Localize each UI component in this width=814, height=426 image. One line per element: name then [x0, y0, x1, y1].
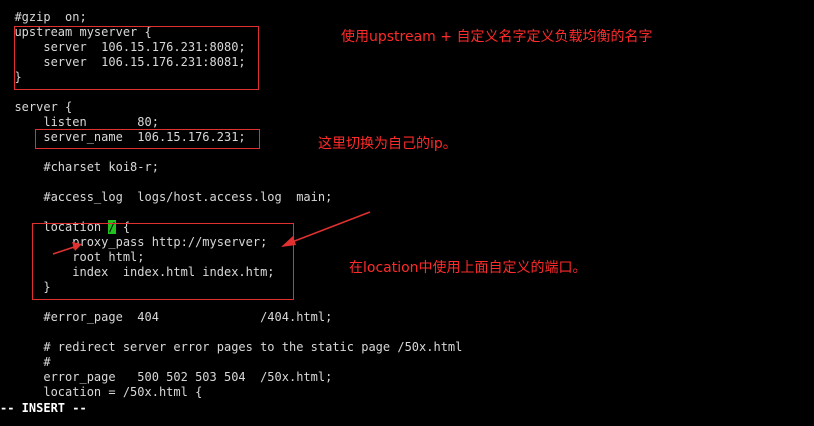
- arrow-from-location-block: [52, 242, 82, 255]
- terminal-editor[interactable]: #gzip on; upstream myserver { server 106…: [0, 0, 814, 426]
- annotation-arrows: [52, 211, 371, 255]
- arrow-to-proxy-pass: [281, 211, 371, 247]
